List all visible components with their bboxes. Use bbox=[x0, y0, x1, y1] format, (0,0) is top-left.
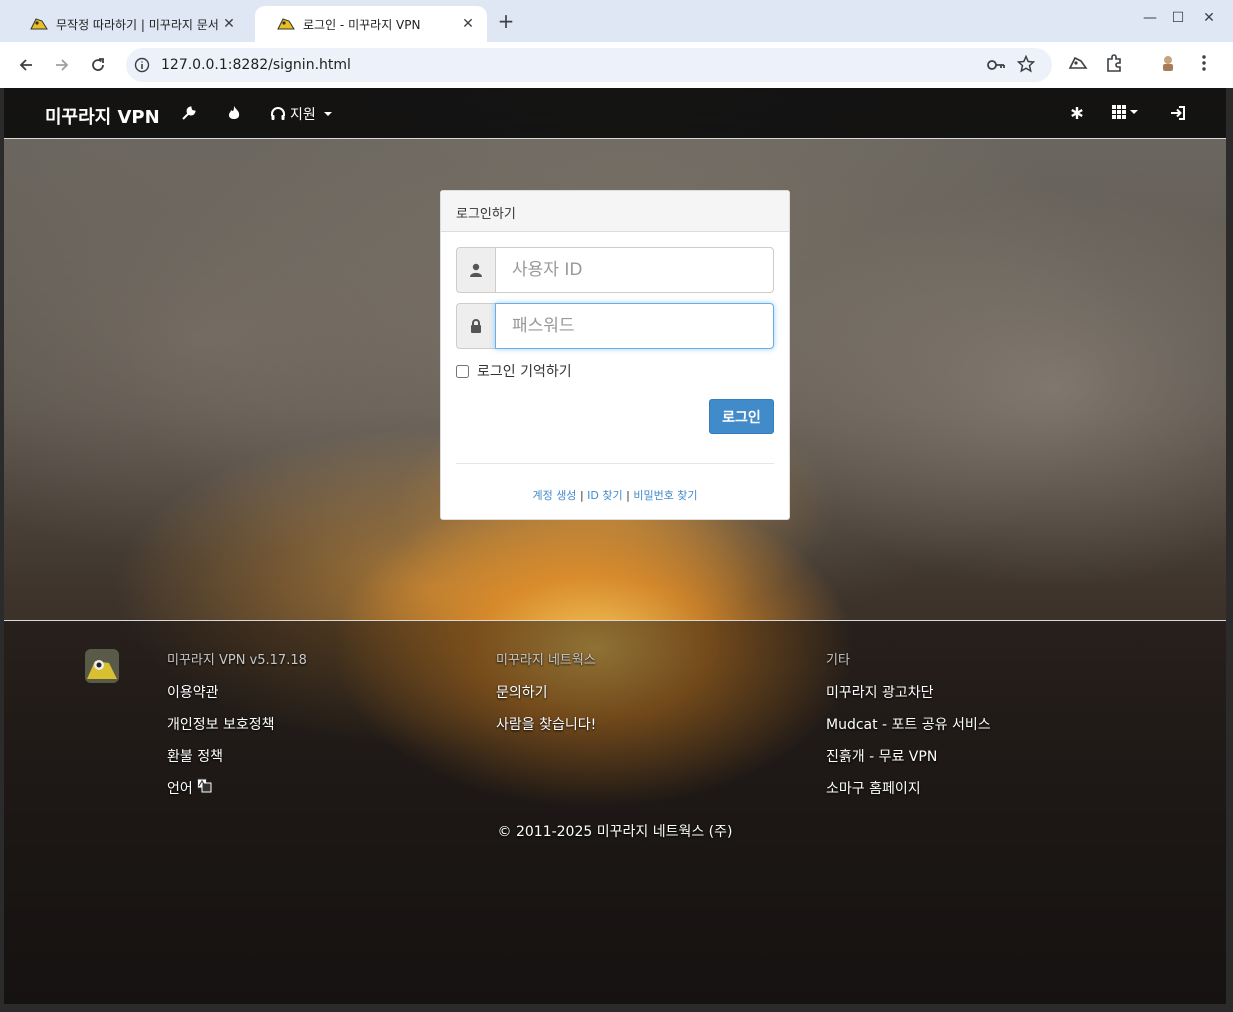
password-input[interactable] bbox=[495, 303, 774, 349]
reload-icon[interactable] bbox=[86, 53, 110, 77]
close-window-icon[interactable]: ✕ bbox=[1197, 10, 1221, 26]
caret-down-icon bbox=[1130, 110, 1138, 114]
caret-down-icon bbox=[323, 112, 332, 116]
free-vpn-link[interactable]: 진흙개 - 무료 VPN bbox=[826, 746, 991, 778]
find-password-link[interactable]: 비밀번호 찾기 bbox=[633, 489, 697, 502]
lock-icon bbox=[456, 303, 495, 349]
back-icon[interactable] bbox=[14, 53, 38, 77]
grid-icon bbox=[1112, 105, 1126, 119]
user-icon bbox=[456, 247, 495, 293]
login-panel: 로그인하기 로그인 기억하기 로그인 계정 생성 | ID 찾기 | 비밀번호 … bbox=[440, 190, 790, 520]
careers-link[interactable]: 사람을 찾습니다! bbox=[496, 714, 596, 746]
close-tab-icon[interactable]: ✕ bbox=[220, 16, 238, 32]
adblock-link[interactable]: 미꾸라지 광고차단 bbox=[826, 682, 991, 714]
username-group bbox=[456, 247, 774, 293]
site-favicon-icon bbox=[30, 17, 48, 31]
wrench-icon[interactable] bbox=[181, 105, 197, 125]
bookmark-star-icon[interactable] bbox=[1016, 54, 1036, 77]
mudcat-link[interactable]: Mudcat - 포트 공유 서비스 bbox=[826, 714, 991, 746]
more-menu-icon[interactable] bbox=[1194, 53, 1214, 77]
url-text: 127.0.0.1:8282/signin.html bbox=[161, 57, 351, 73]
link-separator: | bbox=[626, 489, 630, 502]
footer-col-other: 기타 미꾸라지 광고차단 Mudcat - 포트 공유 서비스 진흙개 - 무료… bbox=[826, 649, 991, 810]
headphones-icon bbox=[271, 107, 285, 120]
extensions-puzzle-icon[interactable] bbox=[1104, 53, 1124, 77]
browser-tab[interactable]: 무작정 따라하기 | 미꾸라지 문서 ✕ bbox=[8, 6, 248, 42]
remember-me-label: 로그인 기억하기 bbox=[477, 364, 572, 380]
username-input[interactable] bbox=[495, 247, 774, 293]
divider bbox=[456, 463, 774, 464]
extension-mudfish-icon[interactable] bbox=[1068, 53, 1088, 77]
footer-heading: 미꾸라지 VPN v5.17.18 bbox=[167, 653, 307, 668]
password-group bbox=[456, 303, 774, 349]
footer-col-product: 미꾸라지 VPN v5.17.18 이용약관 개인정보 보호정책 환불 정책 언… bbox=[167, 649, 307, 810]
new-tab-button[interactable]: + bbox=[494, 9, 518, 33]
page-viewport: 미꾸라지 VPN 지원 로그인하기 사용자 ID 로그인 기억하기 로그인 계정… bbox=[4, 88, 1226, 1004]
browser-tab-active[interactable]: 로그인 - 미꾸라지 VPN ✕ bbox=[255, 6, 487, 42]
asterisk-icon[interactable] bbox=[1070, 105, 1084, 124]
contact-link[interactable]: 문의하기 bbox=[496, 682, 596, 714]
minimize-icon[interactable]: — bbox=[1138, 10, 1162, 26]
support-label: 지원 bbox=[290, 107, 316, 123]
language-label: 언어 bbox=[167, 781, 193, 797]
tab-title: 무작정 따라하기 | 미꾸라지 문서 bbox=[56, 17, 219, 32]
privacy-link[interactable]: 개인정보 보호정책 bbox=[167, 714, 307, 746]
brand-link[interactable]: 미꾸라지 VPN bbox=[45, 103, 160, 129]
browser-tabstrip: 무작정 따라하기 | 미꾸라지 문서 ✕ 로그인 - 미꾸라지 VPN ✕ + … bbox=[0, 0, 1233, 42]
language-icon bbox=[196, 778, 212, 793]
site-favicon-icon bbox=[277, 17, 295, 31]
create-account-link[interactable]: 계정 생성 bbox=[532, 489, 576, 502]
mudfish-logo-icon bbox=[85, 649, 119, 683]
close-tab-icon[interactable]: ✕ bbox=[459, 16, 477, 32]
maximize-icon[interactable]: ☐ bbox=[1166, 10, 1190, 26]
sign-in-icon[interactable] bbox=[1170, 105, 1186, 125]
remember-me-checkbox[interactable] bbox=[456, 364, 469, 378]
find-id-link[interactable]: ID 찾기 bbox=[587, 489, 622, 502]
site-info-icon[interactable] bbox=[134, 57, 150, 77]
footer-col-company: 미꾸라지 네트웍스 문의하기 사람을 찾습니다! bbox=[496, 649, 596, 746]
footer-heading: 미꾸라지 네트웍스 bbox=[496, 653, 596, 668]
site-navbar: 미꾸라지 VPN 지원 bbox=[4, 88, 1226, 139]
forward-icon[interactable] bbox=[50, 53, 74, 77]
apps-grid-dropdown[interactable] bbox=[1112, 105, 1138, 119]
login-button[interactable]: 로그인 bbox=[709, 399, 774, 434]
tab-title: 로그인 - 미꾸라지 VPN bbox=[303, 17, 421, 32]
language-link[interactable]: 언어 bbox=[167, 778, 307, 810]
support-dropdown[interactable]: 지원 bbox=[270, 104, 332, 124]
login-panel-heading: 로그인하기 bbox=[441, 191, 789, 232]
address-bar[interactable]: 127.0.0.1:8282/signin.html bbox=[126, 48, 1052, 82]
account-links: 계정 생성 | ID 찾기 | 비밀번호 찾기 bbox=[441, 487, 789, 503]
profile-avatar-icon[interactable] bbox=[1158, 53, 1178, 77]
remember-me[interactable]: 로그인 기억하기 bbox=[456, 361, 572, 381]
link-separator: | bbox=[579, 489, 584, 502]
refund-link[interactable]: 환불 정책 bbox=[167, 746, 307, 778]
copyright-text: © 2011-2025 미꾸라지 네트웍스 (주) bbox=[497, 824, 733, 840]
footer-heading: 기타 bbox=[826, 653, 850, 668]
site-footer: 미꾸라지 VPN v5.17.18 이용약관 개인정보 보호정책 환불 정책 언… bbox=[4, 620, 1226, 1004]
terms-link[interactable]: 이용약관 bbox=[167, 682, 307, 714]
password-key-icon[interactable] bbox=[986, 56, 1006, 78]
somagu-link[interactable]: 소마구 홈페이지 bbox=[826, 778, 991, 810]
browser-toolbar: 127.0.0.1:8282/signin.html bbox=[0, 42, 1233, 88]
fire-icon[interactable] bbox=[227, 105, 241, 125]
